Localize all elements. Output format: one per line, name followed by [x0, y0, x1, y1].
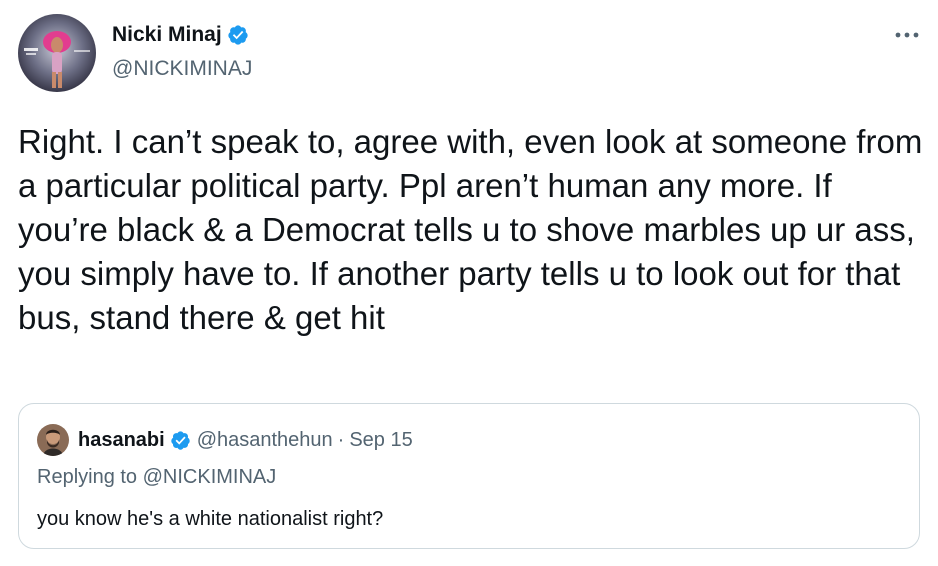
- more-dots-icon[interactable]: [890, 22, 924, 48]
- verified-badge-icon: [227, 24, 249, 46]
- author-avatar[interactable]: [18, 14, 96, 92]
- tweet-text: Right. I can’t speak to, agree with, eve…: [18, 123, 923, 336]
- quoted-tweet-header: hasanabi @hasanthehun · Sep 15: [37, 424, 413, 456]
- quoted-tweet-card[interactable]: hasanabi @hasanthehun · Sep 15 Replying …: [18, 403, 920, 549]
- author-display-name[interactable]: Nicki Minaj: [112, 22, 222, 48]
- author-handle[interactable]: @NICKIMINAJ: [112, 56, 252, 82]
- quoted-author-handle[interactable]: @hasanthehun: [197, 427, 333, 453]
- replying-to-label: Replying to @NICKIMINAJ: [37, 466, 277, 488]
- tweet-header: Nicki Minaj @NICKIMINAJ: [0, 0, 938, 110]
- meta-separator: ·: [337, 429, 345, 451]
- quoted-tweet-text: you know he's a white nationalist right?: [37, 508, 384, 530]
- verified-badge-icon: [170, 430, 191, 451]
- quoted-author-display-name[interactable]: hasanabi: [78, 427, 165, 453]
- quoted-tweet-date[interactable]: Sep 15: [349, 427, 412, 453]
- quoted-author-avatar: [37, 424, 69, 456]
- author-name-row: Nicki Minaj: [112, 22, 249, 48]
